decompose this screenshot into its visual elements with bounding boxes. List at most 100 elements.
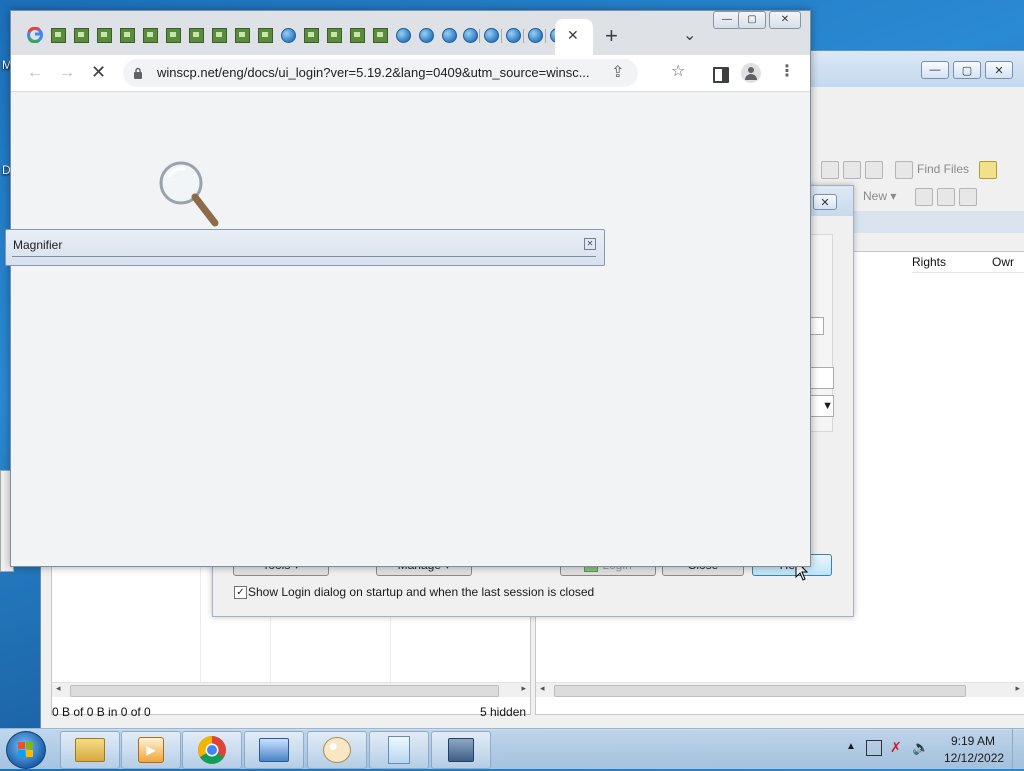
add-icon[interactable] bbox=[915, 188, 933, 206]
magnifying-glass-icon bbox=[159, 161, 219, 227]
taskbar-chrome[interactable] bbox=[182, 731, 242, 769]
refresh-icon[interactable] bbox=[865, 161, 883, 179]
winscp-tab-icon[interactable] bbox=[349, 27, 365, 43]
scroll-left-icon[interactable]: ◂ bbox=[56, 683, 61, 694]
startup-checkbox[interactable]: ✓ bbox=[234, 586, 247, 599]
globe-icon[interactable] bbox=[483, 27, 499, 43]
status-left: 0 B of 0 B in 0 of 0 bbox=[52, 705, 151, 719]
winscp-tab-icon[interactable] bbox=[211, 27, 227, 43]
back-icon[interactable]: ← bbox=[27, 65, 43, 81]
tab-close-icon[interactable]: ✕ bbox=[567, 27, 579, 44]
minimize-button[interactable]: — bbox=[713, 11, 741, 29]
winscp-tab-icon[interactable] bbox=[188, 27, 204, 43]
taskbar-media-player[interactable]: ▶ bbox=[121, 731, 181, 769]
new-tab-button[interactable]: + bbox=[605, 23, 618, 49]
menu-icon[interactable]: ⋮ bbox=[779, 64, 795, 80]
find-files-icon[interactable] bbox=[895, 161, 913, 179]
palette-icon bbox=[323, 737, 351, 763]
close-button[interactable]: ✕ bbox=[769, 11, 801, 29]
google-icon[interactable] bbox=[27, 26, 43, 44]
tree-icon[interactable] bbox=[979, 161, 997, 179]
side-panel-icon[interactable] bbox=[713, 67, 729, 83]
share-icon[interactable]: ⇪ bbox=[611, 65, 624, 81]
taskbar-winscp[interactable] bbox=[431, 731, 491, 769]
magnifier-title: Magnifier bbox=[13, 238, 63, 252]
lock-icon[interactable] bbox=[133, 67, 143, 79]
magnifier-window[interactable]: Magnifier ✕ bbox=[5, 229, 605, 266]
tab-separator bbox=[523, 29, 524, 43]
taskbar-document[interactable] bbox=[369, 731, 429, 769]
winscp-tab-icon[interactable] bbox=[372, 27, 388, 43]
taskbar-paint[interactable] bbox=[307, 731, 367, 769]
play-icon: ▶ bbox=[138, 737, 164, 763]
globe-icon[interactable] bbox=[280, 27, 296, 43]
remove-icon[interactable] bbox=[937, 188, 955, 206]
tab-separator bbox=[501, 29, 502, 43]
globe-icon[interactable] bbox=[395, 27, 411, 43]
volume-icon[interactable]: 🔈 bbox=[912, 739, 929, 756]
winscp-tab-icon[interactable] bbox=[326, 27, 342, 43]
tab-strip: — ▢ ✕ ✕ + ⌄ bbox=[11, 11, 810, 55]
scroll-right-icon[interactable]: ▸ bbox=[1015, 683, 1020, 694]
scroll-right-icon[interactable]: ▸ bbox=[521, 683, 526, 694]
find-files-button[interactable]: Find Files bbox=[917, 162, 969, 176]
active-tab[interactable]: ✕ bbox=[555, 19, 593, 55]
column-header-owner[interactable]: Owr bbox=[992, 252, 1024, 273]
horizontal-scrollbar[interactable]: ◂ ▸ bbox=[52, 682, 530, 697]
winscp-tab-icon[interactable] bbox=[234, 27, 250, 43]
taskbar-network-app[interactable] bbox=[244, 731, 304, 769]
clock-time[interactable]: 9:19 AM bbox=[951, 734, 995, 748]
status-hidden: 5 hidden bbox=[480, 705, 527, 719]
profile-avatar[interactable] bbox=[741, 63, 761, 83]
new-button[interactable]: New ▾ bbox=[863, 189, 896, 203]
windows-logo-icon bbox=[18, 742, 33, 757]
dialog-close-button[interactable]: ✕ bbox=[813, 194, 837, 210]
winscp-tab-icon[interactable] bbox=[257, 27, 273, 43]
stop-loading-icon[interactable]: ✕ bbox=[91, 63, 106, 81]
scroll-thumb[interactable] bbox=[554, 685, 966, 697]
winscp-tab-icon[interactable] bbox=[303, 27, 319, 43]
home-icon[interactable] bbox=[843, 161, 861, 179]
winscp-tab-icon[interactable] bbox=[73, 27, 89, 43]
divider bbox=[12, 256, 596, 257]
startup-checkbox-label[interactable]: Show Login dialog on startup and when th… bbox=[248, 585, 594, 599]
scroll-left-icon[interactable]: ◂ bbox=[540, 683, 545, 694]
winscp-tab-icon[interactable] bbox=[50, 27, 66, 43]
taskbar-file-explorer[interactable] bbox=[60, 731, 120, 769]
tab-separator bbox=[479, 29, 480, 43]
network-error-icon[interactable]: ✗ bbox=[890, 739, 902, 756]
winscp-tab-icon[interactable] bbox=[119, 27, 135, 43]
tab-search-icon[interactable]: ⌄ bbox=[683, 25, 696, 45]
globe-icon[interactable] bbox=[505, 27, 521, 43]
filter-icon[interactable] bbox=[959, 188, 977, 206]
port-spinner[interactable] bbox=[810, 317, 824, 335]
winscp-tab-icon[interactable] bbox=[96, 27, 112, 43]
scroll-thumb[interactable] bbox=[70, 685, 499, 697]
show-desktop-button[interactable] bbox=[1012, 729, 1024, 769]
column-header-rights[interactable]: Rights bbox=[912, 252, 1002, 273]
maximize-button[interactable]: ▢ bbox=[738, 11, 766, 29]
globe-icon[interactable] bbox=[462, 27, 478, 43]
winscp-tab-icon[interactable] bbox=[165, 27, 181, 43]
chrome-window: — ▢ ✕ ✕ + ⌄ ← → ✕ winscp.net/eng/docs/ui… bbox=[10, 10, 811, 567]
close-button[interactable]: ✕ bbox=[985, 61, 1013, 79]
address-bar[interactable]: winscp.net/eng/docs/ui_login?ver=5.19.2&… bbox=[123, 59, 638, 87]
minimize-button[interactable]: — bbox=[921, 61, 949, 79]
start-button[interactable] bbox=[6, 731, 46, 769]
horizontal-scrollbar[interactable]: ◂ ▸ bbox=[536, 682, 1024, 697]
show-hidden-icons-button[interactable]: ▲ bbox=[846, 741, 856, 752]
maximize-button[interactable]: ▢ bbox=[953, 61, 981, 79]
computer-icon bbox=[259, 738, 289, 762]
bookmark-star-icon[interactable]: ☆ bbox=[671, 64, 685, 80]
globe-icon[interactable] bbox=[441, 27, 457, 43]
folder-icon[interactable] bbox=[821, 161, 839, 179]
forward-icon[interactable]: → bbox=[59, 65, 75, 81]
magnifier-close-icon[interactable]: ✕ bbox=[584, 238, 596, 250]
clock-date[interactable]: 12/12/2022 bbox=[944, 751, 1004, 765]
url-text[interactable]: winscp.net/eng/docs/ui_login?ver=5.19.2&… bbox=[157, 65, 590, 80]
action-center-icon[interactable] bbox=[866, 740, 882, 756]
winscp-tab-icon[interactable] bbox=[142, 27, 158, 43]
taskbar: ▶ ▲ ✗ 🔈 9:19 AM 12/12/2022 bbox=[0, 728, 1024, 769]
globe-icon[interactable] bbox=[527, 27, 543, 43]
globe-icon[interactable] bbox=[418, 27, 434, 43]
